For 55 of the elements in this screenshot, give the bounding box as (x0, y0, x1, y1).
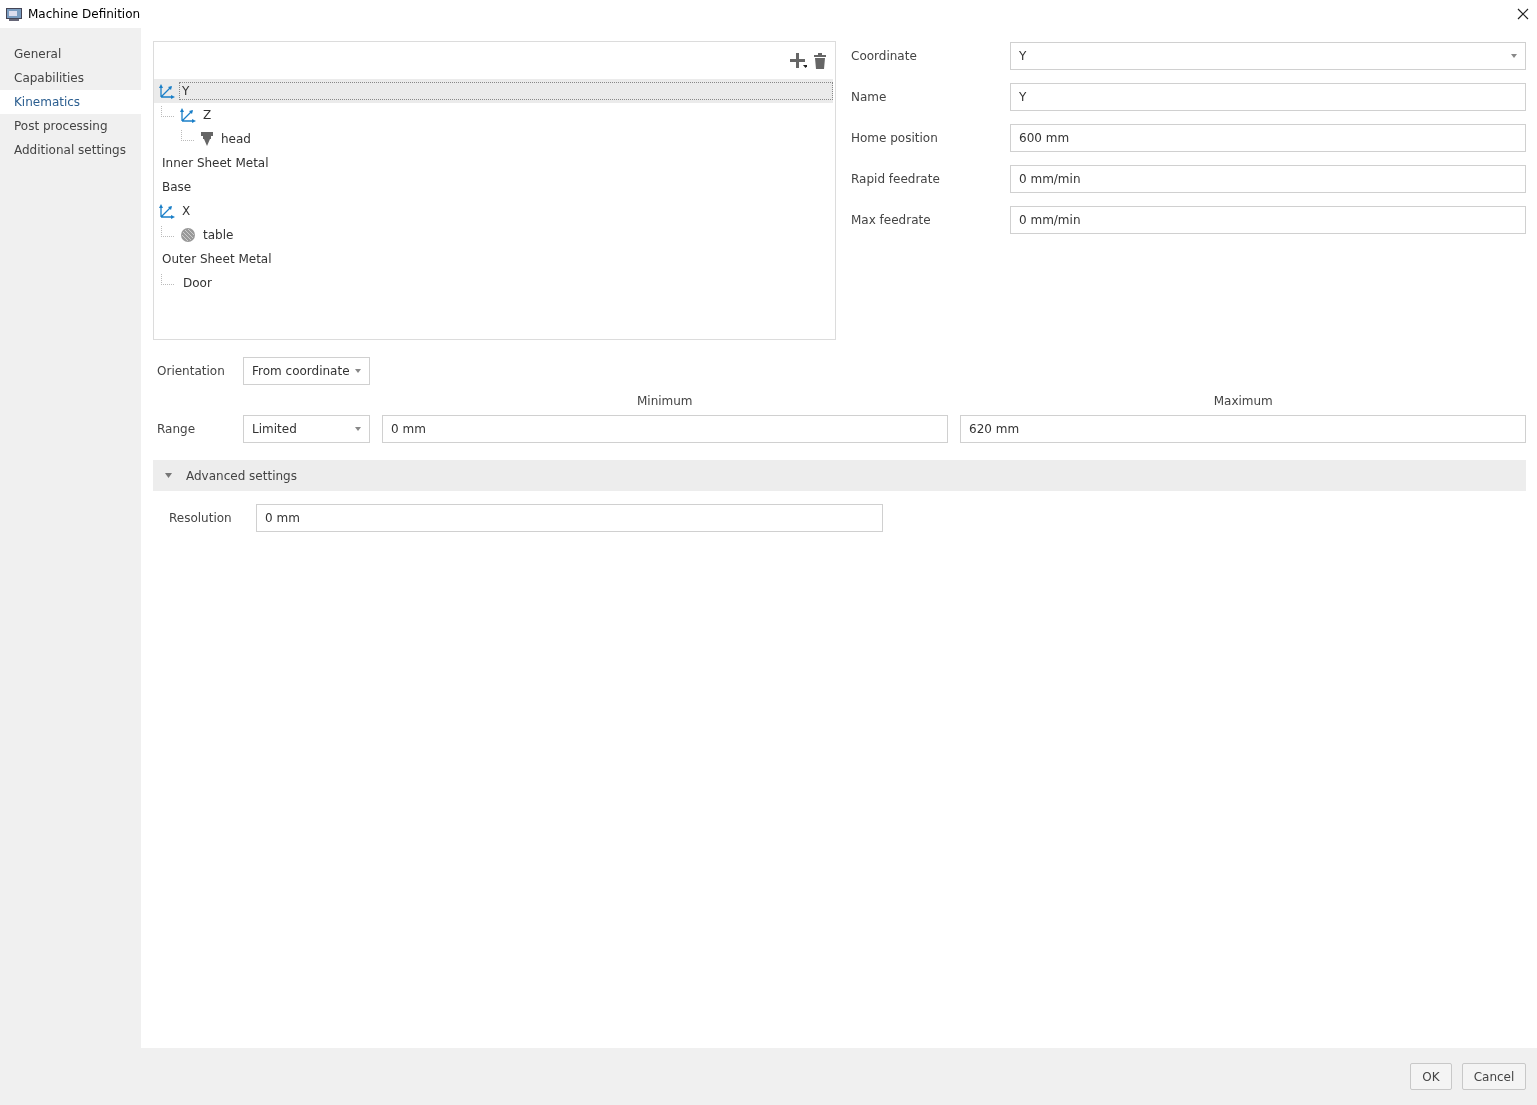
add-button[interactable] (789, 51, 807, 70)
tree-connector (161, 105, 174, 117)
tree-item[interactable]: Base (159, 178, 195, 196)
input-field[interactable]: 0 mm (382, 415, 948, 443)
input-field[interactable]: 0 mm (256, 504, 883, 532)
tree-connector (181, 129, 194, 141)
dropdown[interactable]: Limited (243, 415, 370, 443)
field-label: Max feedrate (851, 213, 932, 227)
ok-button[interactable]: OK (1410, 1063, 1452, 1090)
field-label: Orientation (156, 364, 226, 378)
caret-icon (355, 369, 361, 373)
sidebar-item[interactable]: Capabilities (0, 66, 141, 90)
section-title: Advanced settings (186, 468, 297, 483)
tree-item[interactable]: X (179, 202, 194, 220)
tree-item[interactable]: head (218, 130, 254, 148)
tree-item[interactable]: table (200, 226, 237, 244)
tree-item[interactable]: Outer Sheet Metal (159, 250, 275, 268)
trash-icon[interactable] (813, 52, 827, 69)
axes-icon (159, 83, 175, 99)
advanced-settings-header[interactable]: Advanced settings (153, 460, 1526, 491)
field-label: Home position (851, 131, 939, 145)
axes-icon (180, 107, 196, 123)
tree-item[interactable]: Z (200, 106, 215, 124)
caret-icon (355, 427, 361, 431)
input-field[interactable]: 0 mm/min (1010, 206, 1526, 234)
field-label: Resolution (168, 511, 233, 525)
dropdown[interactable]: Y (1010, 42, 1526, 70)
column-header: Maximum (1212, 394, 1274, 408)
sidebar-item[interactable]: Kinematics (0, 90, 141, 114)
sidebar-item[interactable]: General (0, 42, 141, 66)
tree-item[interactable]: Y (179, 82, 833, 100)
field-label: Rapid feedrate (851, 172, 941, 186)
field-label: Coordinate (851, 49, 918, 63)
sidebar-item[interactable]: Post processing (0, 114, 141, 138)
dropdown[interactable]: From coordinate (243, 357, 370, 385)
tree-item[interactable]: Door (180, 274, 215, 292)
hatched-disc-icon (180, 227, 196, 243)
cancel-button[interactable]: Cancel (1462, 1063, 1526, 1090)
axes-icon (159, 203, 175, 219)
input-field[interactable]: 0 mm/min (1010, 165, 1526, 193)
field-label: Name (851, 90, 888, 104)
tree-item[interactable]: Inner Sheet Metal (159, 154, 272, 172)
column-header: Minimum (635, 394, 694, 408)
input-field[interactable]: 600 mm (1010, 124, 1526, 152)
tree-connector (161, 225, 174, 237)
window-title: Machine Definition (28, 7, 142, 21)
sidebar-item[interactable]: Additional settings (0, 138, 141, 162)
close-button[interactable] (1515, 6, 1531, 22)
input-field[interactable]: 620 mm (960, 415, 1526, 443)
input-field[interactable]: Y (1010, 83, 1526, 111)
field-label: Range (156, 422, 197, 436)
spindle-icon (200, 131, 214, 147)
monitor-icon (6, 7, 22, 21)
tree-connector (161, 273, 174, 285)
caret-icon (1511, 54, 1517, 58)
